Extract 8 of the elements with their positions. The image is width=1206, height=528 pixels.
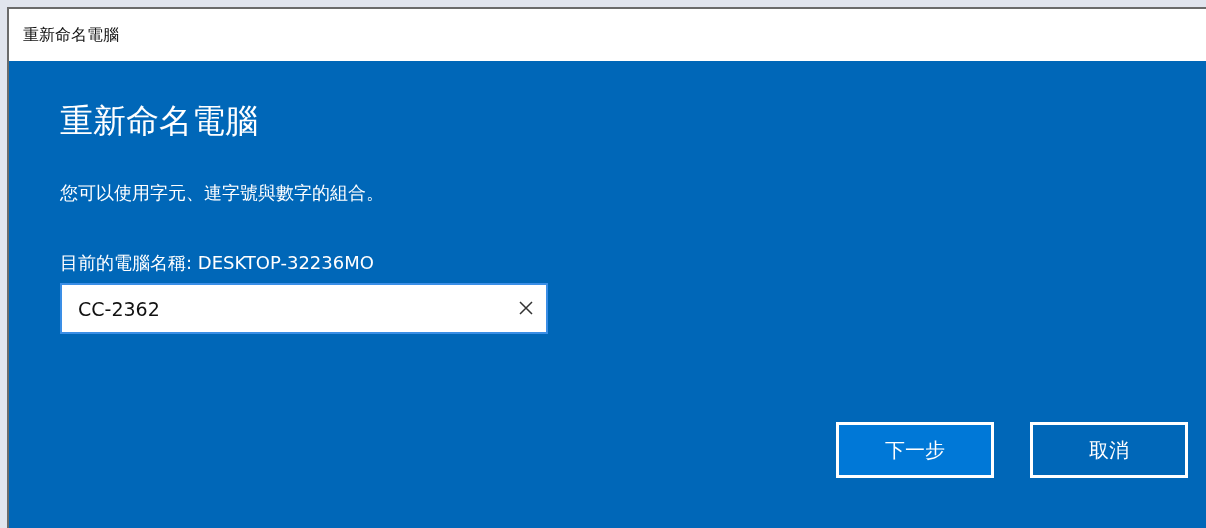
cancel-button[interactable]: 取消 bbox=[1030, 422, 1188, 478]
clear-icon[interactable] bbox=[518, 300, 534, 316]
window-title: 重新命名電腦 bbox=[23, 24, 119, 46]
dialog-heading: 重新命名電腦 bbox=[60, 100, 259, 142]
next-button[interactable]: 下一步 bbox=[836, 422, 994, 478]
name-input-field[interactable]: CC-2362 bbox=[60, 283, 548, 334]
description-text: 您可以使用字元、連字號與數字的組合。 bbox=[60, 181, 385, 205]
current-name-label: 目前的電腦名稱: DESKTOP-32236MO bbox=[60, 251, 375, 275]
